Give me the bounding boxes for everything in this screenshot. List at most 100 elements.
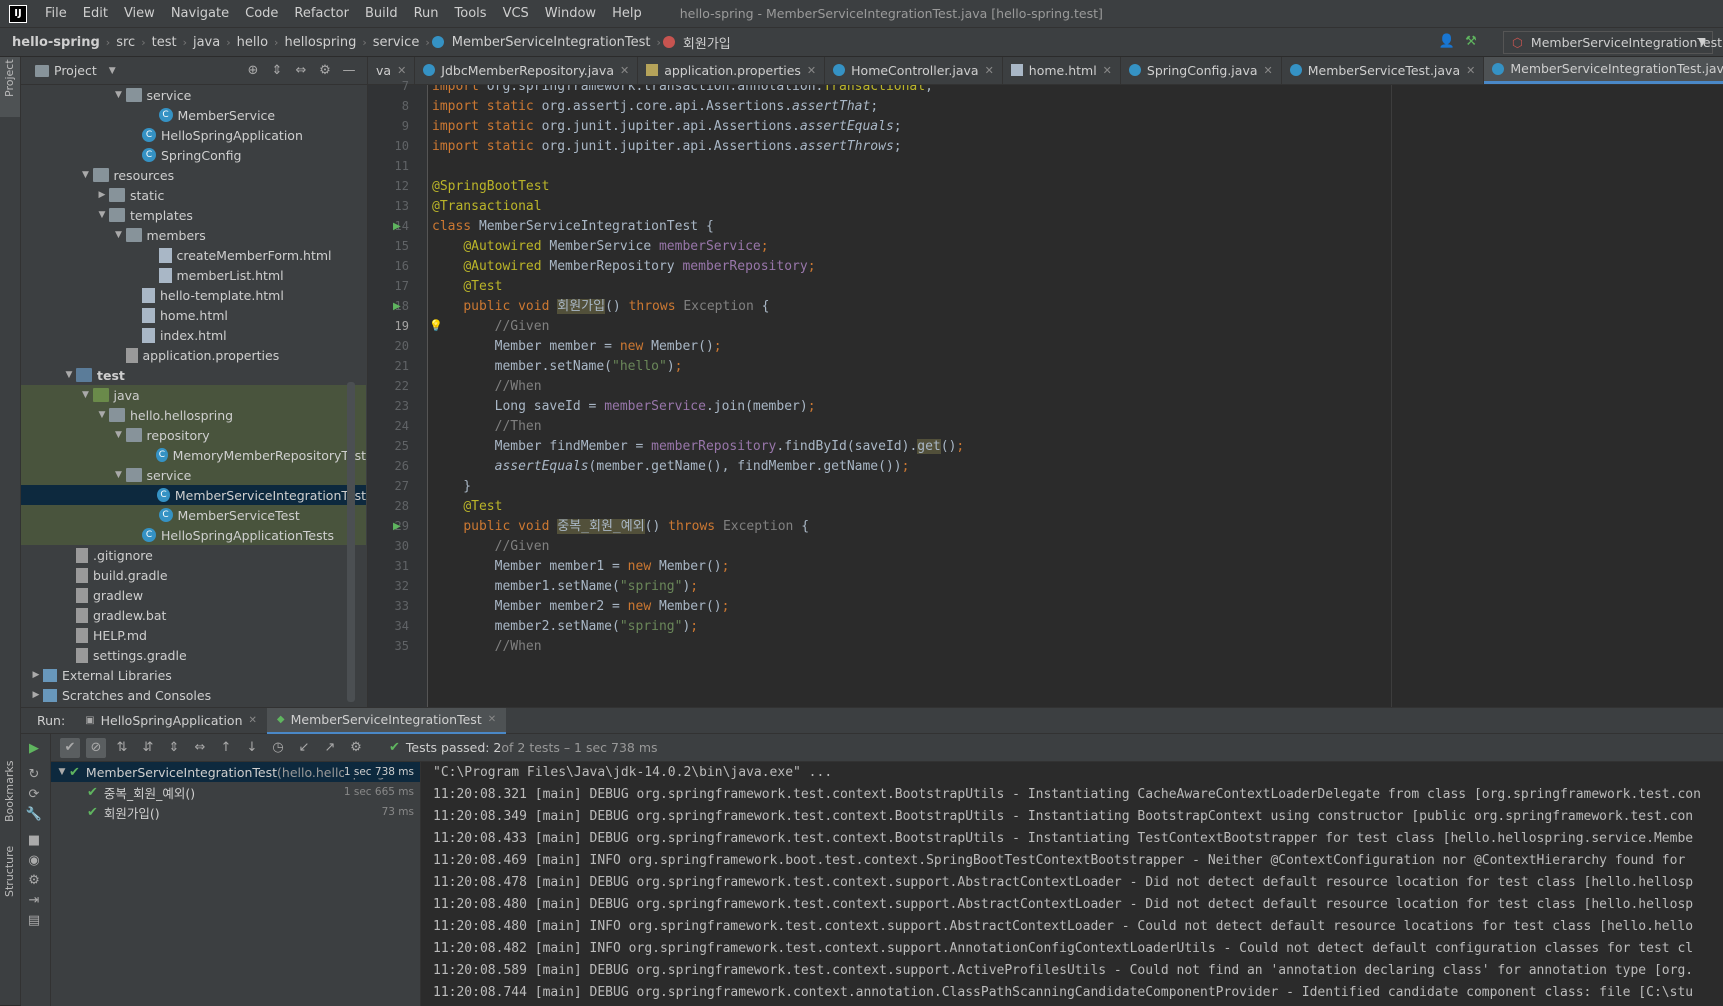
close-icon[interactable]: ✕ <box>249 715 257 726</box>
tree-item[interactable]: home.html <box>21 305 366 325</box>
menu-item-refactor[interactable]: Refactor <box>286 6 357 21</box>
locate-icon[interactable]: ⊕ <box>245 63 261 79</box>
tree-item[interactable]: C MemberService <box>21 105 366 125</box>
close-icon[interactable]: ✕ <box>397 64 406 77</box>
close-icon[interactable]: ✕ <box>1264 64 1273 77</box>
tree-item[interactable]: memberList.html <box>21 265 366 285</box>
menu-item-view[interactable]: View <box>116 6 163 21</box>
tree-item[interactable]: index.html <box>21 325 366 345</box>
menu-item-navigate[interactable]: Navigate <box>163 6 237 21</box>
editor-tab[interactable]: home.html ✕ <box>1003 57 1121 84</box>
lightbulb-icon[interactable]: 💡 <box>432 319 443 332</box>
collapse-all-icon[interactable]: ⇔ <box>190 738 210 758</box>
chevron-down-icon[interactable]: ▼ <box>55 767 69 777</box>
breadcrumb-item[interactable]: service <box>369 35 424 50</box>
history-icon[interactable]: ◷ <box>268 738 288 758</box>
exit-icon[interactable]: ⇥ <box>24 890 44 910</box>
user-icon[interactable]: 👤 <box>1439 33 1455 49</box>
rerun-failed-icon[interactable]: ↻ <box>24 764 44 784</box>
run-configuration-select[interactable]: ⬡ MemberServiceIntegrationTest ▼ <box>1503 31 1722 54</box>
build-hammer-icon[interactable]: ⚒ <box>1463 33 1479 49</box>
gear-icon[interactable]: ⚙ <box>346 738 366 758</box>
breadcrumb-item[interactable]: src <box>112 35 139 50</box>
menu-item-file[interactable]: File <box>37 6 75 21</box>
tree-item[interactable]: hello-template.html <box>21 285 366 305</box>
test-result-row[interactable]: ✔ 회원가입() 73 ms <box>51 802 420 822</box>
tree-item[interactable]: ▼ service <box>21 85 366 105</box>
run-tab[interactable]: ◆ MemberServiceIntegrationTest ✕ <box>266 707 507 734</box>
tree-item[interactable]: ▼ java <box>21 385 366 405</box>
tree-item[interactable]: ▶ static <box>21 185 366 205</box>
chevron-down-icon[interactable]: ▼ <box>112 90 126 100</box>
breadcrumb-item[interactable]: MemberServiceIntegrationTest <box>448 35 655 50</box>
editor-tab[interactable]: application.properties ✕ <box>638 57 826 84</box>
show-ignored-icon[interactable]: ⊘ <box>86 737 106 758</box>
import-icon[interactable]: ↙ <box>294 738 314 758</box>
tree-item[interactable]: C HelloSpringApplication <box>21 125 366 145</box>
tree-item[interactable]: settings.gradle <box>21 645 366 665</box>
tree-item[interactable]: HELP.md <box>21 625 366 645</box>
tree-item[interactable]: C MemberServiceTest <box>21 505 366 525</box>
sort-duration-icon[interactable]: ⇵ <box>138 738 158 758</box>
menu-item-window[interactable]: Window <box>537 6 604 21</box>
chevron-right-icon[interactable]: ▶ <box>29 670 43 680</box>
close-icon[interactable]: ✕ <box>488 714 496 725</box>
chevron-down-icon[interactable]: ▼ <box>79 170 93 180</box>
console-output[interactable]: "C:\Program Files\Java\jdk-14.0.2\bin\ja… <box>421 762 1723 1006</box>
editor-tab[interactable]: MemberServiceIntegrationTest.java✕ <box>1484 57 1723 84</box>
chevron-down-icon[interactable]: ▼ <box>112 230 126 240</box>
chevron-right-icon[interactable]: ▶ <box>29 690 43 700</box>
collapse-all-icon[interactable]: ⇔ <box>293 63 309 79</box>
previous-icon[interactable]: ↑ <box>216 738 236 758</box>
show-passed-icon[interactable]: ✔ <box>60 737 80 758</box>
editor-tab[interactable]: MemberServiceTest.java ✕ <box>1282 57 1485 84</box>
minimize-icon[interactable]: — <box>341 63 357 79</box>
tree-item[interactable]: gradlew.bat <box>21 605 366 625</box>
chevron-down-icon[interactable]: ▼ <box>79 390 93 400</box>
breadcrumb-item[interactable]: java <box>189 35 224 50</box>
tree-item[interactable]: build.gradle <box>21 565 366 585</box>
structure-tool-label[interactable]: Structure <box>3 846 16 897</box>
menu-item-tools[interactable]: Tools <box>447 6 495 21</box>
wrench-icon[interactable]: 🔧 <box>24 804 44 824</box>
tree-item[interactable]: C MemberServiceIntegrationTest <box>21 485 366 505</box>
expand-all-icon[interactable]: ⇕ <box>164 738 184 758</box>
tree-item[interactable]: ▼ service <box>21 465 366 485</box>
tree-item[interactable]: gradlew <box>21 585 366 605</box>
tree-item[interactable]: C SpringConfig <box>21 145 366 165</box>
rerun-icon[interactable]: ▶ <box>24 738 44 758</box>
run-gutter-icon[interactable]: ▶ <box>393 301 401 312</box>
editor-tab[interactable]: HomeController.java ✕ <box>825 57 1003 84</box>
chevron-down-icon[interactable]: ▼ <box>112 470 126 480</box>
bookmarks-tool-label[interactable]: Bookmarks <box>3 761 16 822</box>
toggle-auto-test-icon[interactable]: ⟳ <box>24 784 44 804</box>
tree-item[interactable]: ▼ test <box>21 365 366 385</box>
expand-all-icon[interactable]: ⇕ <box>269 63 285 79</box>
menu-item-code[interactable]: Code <box>237 6 286 21</box>
breadcrumb-item[interactable]: 회원가입 <box>679 33 735 52</box>
export-icon[interactable]: ↗ <box>320 738 340 758</box>
test-result-row[interactable]: ▼ ✔ MemberServiceIntegrationTest (hello.he… <box>51 762 420 782</box>
menu-item-edit[interactable]: Edit <box>75 6 116 21</box>
tree-item[interactable]: createMemberForm.html <box>21 245 366 265</box>
tree-item[interactable]: ▼ resources <box>21 165 366 185</box>
chevron-down-icon[interactable]: ▼ <box>95 410 109 420</box>
breadcrumb-item[interactable]: test <box>148 35 181 50</box>
chevron-right-icon[interactable]: ▶ <box>95 190 109 200</box>
close-icon[interactable]: ✕ <box>620 64 629 77</box>
breadcrumb-item[interactable]: hellospring <box>280 35 360 50</box>
menu-item-run[interactable]: Run <box>406 6 447 21</box>
tree-scrollbar[interactable] <box>347 382 355 702</box>
tree-item[interactable]: .gitignore <box>21 545 366 565</box>
tree-item[interactable]: application.properties <box>21 345 366 365</box>
run-tab[interactable]: ▣ HelloSpringApplication ✕ <box>75 708 267 734</box>
close-icon[interactable]: ✕ <box>1103 64 1112 77</box>
close-icon[interactable]: ✕ <box>1466 64 1475 77</box>
breadcrumb-item[interactable]: hello-spring <box>8 35 104 50</box>
chevron-down-icon[interactable]: ▼ <box>109 66 116 76</box>
sort-alpha-icon[interactable]: ⇅ <box>112 738 132 758</box>
tree-item[interactable]: ▼ repository <box>21 425 366 445</box>
tree-item[interactable]: ▶ Scratches and Consoles <box>21 685 366 705</box>
tree-item[interactable]: ▼ members <box>21 225 366 245</box>
breadcrumb-item[interactable]: hello <box>233 35 272 50</box>
